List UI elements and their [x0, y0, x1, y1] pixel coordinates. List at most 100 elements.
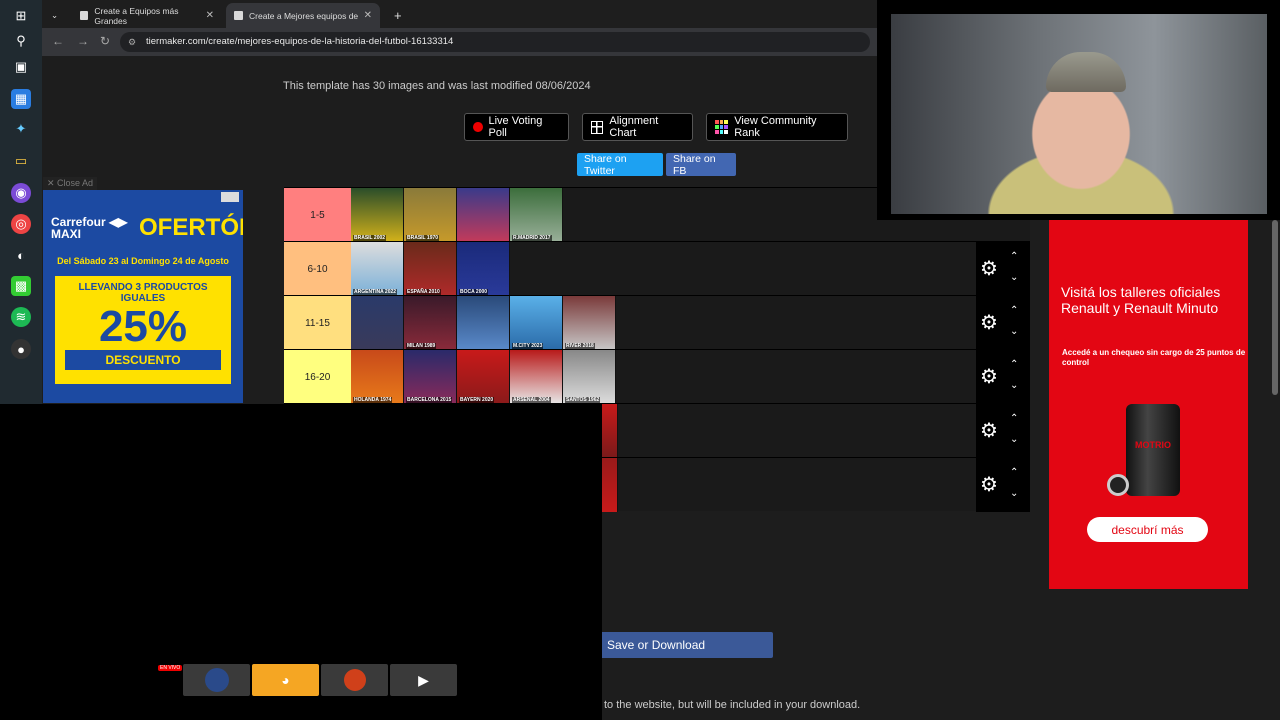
- gear-icon[interactable]: ⚙: [980, 472, 998, 497]
- chevron-up-icon[interactable]: ⌃: [1010, 359, 1018, 370]
- chevron-up-icon[interactable]: ⌃: [1010, 413, 1018, 424]
- share-on-twitter-button[interactable]: Share on Twitter: [577, 153, 663, 177]
- ad-headline: OFERTÓN: [139, 214, 243, 241]
- chevron-down-icon[interactable]: ⌄: [1010, 380, 1018, 391]
- team-card[interactable]: [351, 296, 404, 350]
- live-voting-poll-button[interactable]: Live Voting Poll: [464, 113, 569, 141]
- page-scrollbar[interactable]: [1272, 220, 1278, 395]
- chevron-down-icon[interactable]: ⌄: [1010, 272, 1018, 283]
- search-icon[interactable]: ⚲: [11, 31, 31, 51]
- task-view-icon[interactable]: ▣: [11, 57, 31, 77]
- alignment-chart-button[interactable]: Alignment Chart: [582, 113, 693, 141]
- tab-title: Create a Mejores equipos de la: [249, 10, 361, 21]
- app-icon[interactable]: ◉: [11, 183, 31, 203]
- product-label: MOTRIO: [1135, 440, 1171, 450]
- reload-icon[interactable]: ↻: [100, 34, 110, 48]
- button-label: Share on FB: [673, 152, 716, 177]
- file-explorer-icon[interactable]: ▭: [11, 151, 31, 171]
- discord-button[interactable]: ◕: [252, 664, 319, 696]
- carrefour-logo-icon: ◀▶: [109, 215, 128, 229]
- character-button[interactable]: [321, 664, 388, 696]
- gear-icon[interactable]: ⚙: [980, 364, 998, 389]
- address-bar[interactable]: ⚙ tiermaker.com/create/mejores-equipos-d…: [120, 32, 870, 52]
- chevron-down-icon[interactable]: ⌄: [1010, 434, 1018, 445]
- tier-label[interactable]: 6-10: [284, 242, 351, 296]
- team-card[interactable]: R.MADRID 2017: [510, 188, 563, 242]
- tier-label[interactable]: 16-20: [284, 350, 351, 404]
- gear-icon[interactable]: ⚙: [980, 418, 998, 443]
- team-card[interactable]: SANTOS 1962: [563, 350, 616, 404]
- team-card[interactable]: MILAN 1989: [404, 296, 457, 350]
- browser-toolbar: ← → ↻ ⚙ tiermaker.com/create/mejores-equ…: [42, 28, 880, 56]
- chevron-up-icon[interactable]: ⌃: [1010, 467, 1018, 478]
- stream-avatar-button[interactable]: [183, 664, 250, 696]
- avatar-icon: [204, 668, 229, 692]
- tab-list-button[interactable]: ⌄: [46, 3, 66, 28]
- download-note: to the website, but will be included in …: [604, 699, 861, 711]
- team-card[interactable]: BRASIL 1970: [404, 188, 457, 242]
- tier-items: HOLANDA 1974 BARCELONA 2015 BAYERN 2020 …: [351, 350, 616, 404]
- team-card[interactable]: ESPAÑA 2010: [404, 242, 457, 296]
- team-card[interactable]: BAYERN 2020: [457, 350, 510, 404]
- ad-offer-line: LLEVANDO 3 PRODUCTOS IGUALES: [78, 282, 208, 304]
- close-ad-button[interactable]: ✕ Close Ad: [43, 177, 98, 190]
- ad-headline: Visitá los talleres oficiales Renault y …: [1061, 284, 1221, 316]
- ad-percent: 25%: [98, 302, 188, 351]
- tier-items: ARGENTINA 2022 ESPAÑA 2010 BOCA 2000: [351, 242, 510, 296]
- team-card[interactable]: [457, 296, 510, 350]
- tier-row: 11-15 MILAN 1989 M.CITY 2023 RIVER 2018 …: [284, 295, 1030, 350]
- ad-subtext: Accedé a un chequeo sin cargo de 25 punt…: [1062, 348, 1246, 367]
- button-label: Alignment Chart: [609, 115, 659, 139]
- copilot-icon[interactable]: ✦: [11, 119, 31, 139]
- tier-items: MILAN 1989 M.CITY 2023 RIVER 2018: [351, 296, 616, 350]
- team-card[interactable]: ARSENAL 2004: [510, 350, 563, 404]
- chrome-icon[interactable]: ◎: [11, 214, 31, 234]
- browser-tab-2[interactable]: Create a Mejores equipos de la ✕: [226, 3, 380, 28]
- team-card[interactable]: HOLANDA 1974: [351, 350, 404, 404]
- team-card[interactable]: BRASIL 2002: [351, 188, 404, 242]
- windows-start-icon[interactable]: ⊞: [11, 6, 31, 26]
- save-or-download-button[interactable]: Save or Download: [602, 632, 773, 658]
- tab-title: Create a Equipos más Grandes: [94, 5, 179, 26]
- team-card[interactable]: [457, 188, 510, 242]
- steam-icon[interactable]: ◐: [11, 245, 31, 265]
- close-tab-icon[interactable]: ✕: [206, 10, 214, 21]
- team-card[interactable]: BARCELONA 2015: [404, 350, 457, 404]
- gear-icon[interactable]: ⚙: [980, 256, 998, 281]
- chevron-up-icon[interactable]: ⌃: [1010, 251, 1018, 262]
- webcam-overlay: [877, 0, 1280, 220]
- adchoices-icon[interactable]: [221, 192, 239, 202]
- button-label: Live Voting Poll: [488, 115, 543, 139]
- team-card[interactable]: RIVER 2018: [563, 296, 616, 350]
- minecraft-icon[interactable]: ▩: [11, 276, 31, 296]
- store-icon[interactable]: ▦: [11, 89, 31, 109]
- site-info-icon[interactable]: ⚙: [128, 32, 136, 52]
- tier-controls: ⚙ ⌃ ⌄: [976, 458, 1030, 512]
- carrefour-ad[interactable]: Carrefour ◀▶ MAXI OFERTÓN Del Sábado 23 …: [43, 190, 243, 403]
- chevron-down-icon[interactable]: ⌄: [1010, 488, 1018, 499]
- team-card[interactable]: [602, 458, 618, 512]
- spotify-icon[interactable]: ≋: [11, 307, 31, 327]
- team-card[interactable]: BOCA 2000: [457, 242, 510, 296]
- renault-ad[interactable]: Visitá los talleres oficiales Renault y …: [1049, 216, 1248, 589]
- chevron-down-icon[interactable]: ⌄: [1010, 326, 1018, 337]
- back-icon[interactable]: ←: [52, 34, 64, 48]
- ad-cta-button[interactable]: descubrí más: [1087, 517, 1208, 542]
- tier-label[interactable]: 11-15: [284, 296, 351, 350]
- team-card[interactable]: M.CITY 2023: [510, 296, 563, 350]
- view-community-rank-button[interactable]: View Community Rank: [706, 113, 848, 141]
- new-tab-button[interactable]: +: [386, 3, 410, 28]
- template-info-text: This template has 30 images and was last…: [283, 80, 591, 92]
- browser-tab-1[interactable]: Create a Equipos más Grandes ✕: [72, 3, 222, 28]
- gear-icon[interactable]: ⚙: [980, 310, 998, 335]
- share-on-facebook-button[interactable]: Share on FB: [666, 152, 736, 177]
- camera-button[interactable]: ▶: [390, 664, 457, 696]
- close-tab-icon[interactable]: ✕: [364, 10, 372, 21]
- team-card[interactable]: [602, 404, 618, 458]
- chevron-up-icon[interactable]: ⌃: [1010, 305, 1018, 316]
- tier-label[interactable]: 1-5: [284, 188, 351, 242]
- obs-icon[interactable]: ●: [11, 339, 31, 359]
- forward-icon[interactable]: →: [77, 34, 89, 48]
- team-card[interactable]: ARGENTINA 2022: [351, 242, 404, 296]
- color-grid-icon: [715, 120, 729, 134]
